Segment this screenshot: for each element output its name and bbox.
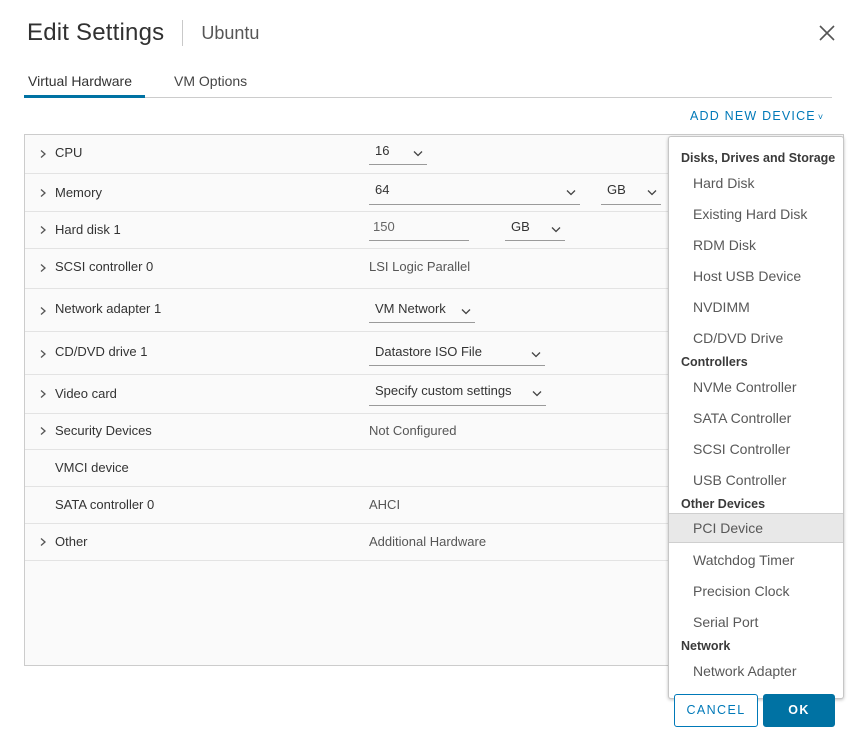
- network-value: VM Network: [375, 301, 446, 316]
- other-label: Other: [55, 534, 88, 549]
- menu-item-serial-port[interactable]: Serial Port: [669, 607, 843, 637]
- menu-item-nvdimm[interactable]: NVDIMM: [669, 292, 843, 322]
- chevron-right-icon[interactable]: [38, 537, 48, 547]
- security-devices-value: Not Configured: [369, 423, 457, 438]
- chevron-down-icon: [532, 391, 542, 397]
- video-card-label: Video card: [55, 386, 117, 401]
- chevron-down-icon: [531, 351, 541, 357]
- chevron-right-icon[interactable]: [38, 426, 48, 436]
- chevron-down-icon: [413, 150, 423, 156]
- sata-label: SATA controller 0: [55, 497, 155, 512]
- scsi-value: LSI Logic Parallel: [369, 259, 471, 274]
- chevron-right-icon[interactable]: [38, 225, 48, 235]
- hard-disk-label: Hard disk 1: [55, 222, 121, 237]
- menu-item-precision-clock[interactable]: Precision Clock: [669, 576, 843, 606]
- close-icon[interactable]: [818, 24, 836, 42]
- memory-unit-select[interactable]: GB: [601, 182, 661, 205]
- video-card-select[interactable]: Specify custom settings: [369, 383, 546, 406]
- cpu-label: CPU: [55, 145, 83, 160]
- add-device-menu: Disks, Drives and Storage Hard Disk Exis…: [668, 136, 844, 699]
- menu-header-network: Network: [681, 639, 731, 653]
- menu-item-watchdog-timer[interactable]: Watchdog Timer: [669, 545, 843, 575]
- cddvd-value: Datastore ISO File: [375, 344, 482, 359]
- vmci-label: VMCI device: [55, 460, 129, 475]
- ok-button[interactable]: OK: [763, 694, 835, 727]
- menu-item-host-usb-device[interactable]: Host USB Device: [669, 261, 843, 291]
- tab-virtual-hardware[interactable]: Virtual Hardware: [24, 70, 145, 98]
- chevron-down-icon: [647, 190, 657, 196]
- security-devices-label: Security Devices: [55, 423, 152, 438]
- chevron-down-icon: ˅: [817, 112, 824, 122]
- menu-item-rdm-disk[interactable]: RDM Disk: [669, 230, 843, 260]
- other-value: Additional Hardware: [369, 534, 487, 549]
- cpu-value: 16: [375, 143, 390, 158]
- chevron-right-icon[interactable]: [38, 188, 48, 198]
- menu-item-hard-disk[interactable]: Hard Disk: [669, 168, 843, 198]
- chevron-right-icon[interactable]: [38, 349, 48, 359]
- chevron-right-icon[interactable]: [38, 149, 48, 159]
- chevron-down-icon: [551, 226, 561, 232]
- chevron-down-icon: [461, 308, 471, 314]
- menu-item-scsi-controller[interactable]: SCSI Controller: [669, 434, 843, 464]
- cpu-select[interactable]: 16: [369, 143, 427, 165]
- network-select[interactable]: VM Network: [369, 301, 475, 323]
- add-new-device-label: ADD NEW DEVICE: [690, 109, 816, 123]
- vm-name: Ubuntu: [201, 22, 260, 43]
- tab-vm-options[interactable]: VM Options: [170, 70, 251, 98]
- chevron-right-icon[interactable]: [38, 263, 48, 273]
- memory-label: Memory: [55, 185, 102, 200]
- network-adapter-label: Network adapter 1: [55, 301, 162, 316]
- hard-disk-unit: GB: [511, 219, 530, 234]
- memory-unit: GB: [607, 182, 626, 197]
- title-divider: [182, 20, 184, 46]
- chevron-down-icon: [566, 190, 576, 196]
- menu-item-existing-hard-disk[interactable]: Existing Hard Disk: [669, 199, 843, 229]
- menu-item-pci-device[interactable]: PCI Device: [669, 513, 843, 543]
- menu-header-disks: Disks, Drives and Storage: [681, 151, 836, 165]
- sata-value: AHCI: [369, 497, 401, 512]
- chevron-right-icon[interactable]: [38, 306, 48, 316]
- hard-disk-size-input[interactable]: 150: [369, 219, 469, 241]
- cancel-button[interactable]: CANCEL: [674, 694, 758, 727]
- menu-header-controllers: Controllers: [681, 355, 748, 369]
- dialog-title: Edit Settings: [27, 19, 165, 46]
- cddvd-label: CD/DVD drive 1: [55, 344, 148, 359]
- menu-header-other-devices: Other Devices: [681, 497, 766, 511]
- chevron-right-icon[interactable]: [38, 389, 48, 399]
- hard-disk-unit-select[interactable]: GB: [505, 219, 565, 241]
- cddvd-select[interactable]: Datastore ISO File: [369, 344, 545, 366]
- hard-disk-size: 150: [373, 219, 395, 234]
- memory-input[interactable]: 64: [369, 182, 580, 205]
- menu-item-nvme-controller[interactable]: NVMe Controller: [669, 372, 843, 402]
- memory-value: 64: [375, 182, 390, 197]
- menu-item-sata-controller[interactable]: SATA Controller: [669, 403, 843, 433]
- menu-item-usb-controller[interactable]: USB Controller: [669, 465, 843, 495]
- tab-bar: Virtual Hardware VM Options: [24, 70, 832, 98]
- menu-item-network-adapter[interactable]: Network Adapter: [669, 656, 843, 686]
- scsi-label: SCSI controller 0: [55, 259, 154, 274]
- dialog-header: Edit Settings Ubuntu: [27, 18, 259, 48]
- add-new-device-button[interactable]: ADD NEW DEVICE ˅: [690, 109, 823, 123]
- video-card-value: Specify custom settings: [375, 383, 512, 398]
- menu-item-cddvd-drive[interactable]: CD/DVD Drive: [669, 323, 843, 353]
